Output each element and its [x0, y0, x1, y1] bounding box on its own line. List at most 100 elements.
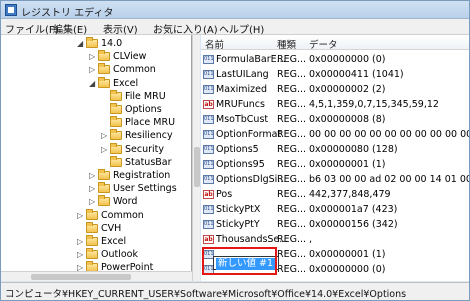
menu-item[interactable]: 表示(V) [103, 21, 138, 36]
folder-icon [110, 89, 122, 101]
expand-arrow-icon[interactable]: ▷ [89, 198, 96, 206]
expand-arrow-icon[interactable]: ▷ [77, 211, 84, 219]
column-header-type[interactable]: 種類 [277, 37, 296, 51]
expand-arrow-icon[interactable]: ◢ [89, 79, 96, 87]
value-data: 00 00 00 00 00 00 00 00 00 00 00 [309, 129, 469, 140]
tree-hscroll-thumb[interactable] [31, 274, 131, 280]
value-data: 0x00000411 (1041) [309, 69, 404, 80]
value-row[interactable]: 011 Options95 REG... 0x00000001 (1) [201, 157, 469, 172]
menu-item[interactable]: ファイル(F) [5, 21, 59, 36]
menu-item[interactable]: お気に入り(A) [153, 21, 218, 36]
menu-bar: ファイル(F) 編集(E) 表示(V) お気に入り(A) ヘルプ(H) [1, 19, 469, 36]
value-row[interactable]: 011 Options5 REG... 0x00000080 (128) [201, 142, 469, 157]
tree-item-label: Common [113, 64, 156, 76]
value-row[interactable]: 011 OptionFormat REG... 00 00 00 00 00 00 0… [201, 127, 469, 142]
expand-arrow-icon[interactable] [101, 159, 108, 166]
folder-icon [86, 208, 98, 220]
column-header-data[interactable]: データ [309, 37, 338, 51]
value-row[interactable]: ab ThousandsSe... REG..., [201, 232, 469, 247]
value-type: REG... [277, 189, 307, 200]
value-row[interactable]: 011 FormulaBarE... REG... 0x00000000 (0) [201, 52, 469, 67]
expand-arrow-icon[interactable] [77, 225, 84, 232]
value-data: 0x00000001 (1) [309, 249, 386, 260]
value-type: REG... [277, 234, 307, 245]
value-name: Maximized [216, 84, 268, 95]
expand-arrow-icon[interactable]: ▷ [101, 145, 108, 153]
value-row[interactable]: 011 Maximized REG... 0x00000002 (2) [201, 82, 469, 97]
tree-item-label: Registration [113, 170, 171, 181]
expand-arrow-icon[interactable]: ▷ [89, 66, 96, 74]
value-list[interactable]: 名前 種類 データ 011 FormulaBarE... REG... 0x00000… [201, 35, 469, 281]
value-row[interactable]: ab Pos REG... 442,377,848,479 [201, 187, 469, 202]
tree-item-label: CLView [113, 51, 147, 63]
tree-item-label: Excel [101, 236, 127, 247]
folder-icon [110, 129, 122, 141]
tree-item-label: Security [125, 143, 165, 155]
tree-scroll-thumb[interactable] [194, 147, 200, 187]
value-row[interactable]: ab MRUFuncs REG... 4,5,1,359,0,7,15,345,59,… [201, 97, 469, 112]
tree-horizontal-scrollbar[interactable] [1, 271, 192, 281]
value-data: 442,377,848,479 [309, 189, 391, 200]
expand-arrow-icon[interactable]: ▷ [77, 251, 84, 259]
value-name: OptionsDlgSi... [216, 174, 287, 185]
value-type: REG... [277, 144, 307, 155]
value-name: Pos [216, 189, 233, 200]
value-type: REG... [277, 204, 307, 215]
folder-icon [98, 50, 110, 62]
key-tree[interactable]: ◢ 14.0 ▷ CLView ▷ Common ◢ Excel File MRU Options… [1, 35, 192, 281]
value-data: 0x00000002 (2) [309, 84, 386, 95]
value-name: StickyPtX [216, 204, 261, 215]
tree-item-label: Word [113, 196, 138, 208]
value-type: REG... [277, 249, 307, 260]
value-data: , [309, 234, 313, 245]
tree-vertical-scrollbar[interactable] [192, 35, 200, 281]
folder-icon [98, 76, 110, 88]
folder-icon [98, 169, 110, 180]
value-type: REG... [277, 159, 307, 170]
value-data: 0x00000000 (0) [309, 264, 386, 275]
expand-arrow-icon[interactable] [101, 93, 108, 100]
value-row[interactable]: 011 MsoTbCust REG... 0x00000008 (8) [201, 112, 469, 127]
value-type: REG... [277, 114, 307, 125]
expand-arrow-icon[interactable]: ▷ [101, 132, 108, 140]
binary-value-icon: 011 [203, 115, 214, 124]
expand-arrow-icon[interactable]: ▷ [89, 185, 96, 193]
value-name: LastUILang [216, 69, 269, 80]
string-value-icon: ab [203, 100, 214, 109]
binary-value-icon: 011 [203, 160, 214, 169]
folder-icon [98, 182, 110, 194]
menu-item[interactable]: 編集(E) [53, 21, 87, 36]
tree-item-label: User Settings [113, 183, 177, 195]
value-row[interactable]: 011 OptionsDlgSi... REG... b6 03 00 00 ad 0… [201, 172, 469, 187]
string-value-icon: ab [203, 190, 214, 199]
tree-item-label: File MRU [125, 90, 166, 102]
folder-icon [86, 221, 98, 233]
binary-value-icon: 011 [203, 55, 214, 64]
menu-item[interactable]: ヘルプ(H) [219, 21, 264, 36]
value-row[interactable]: 011 LastUILang REG... 0x00000411 (1041) [201, 67, 469, 82]
value-row[interactable]: 011 StickyPtY REG... 0x00000156 (342) [201, 217, 469, 232]
column-header-name[interactable]: 名前 [205, 37, 224, 51]
binary-value-icon: 011 [203, 220, 214, 229]
expand-arrow-icon[interactable]: ▷ [77, 238, 84, 246]
binary-value-icon: 011 [203, 85, 214, 94]
tree-item-label: CVH [101, 222, 122, 234]
value-name: Options95 [216, 159, 265, 170]
value-row[interactable]: 011 StickyPtX REG... 0x000001a7 (423) [201, 202, 469, 217]
folder-icon [98, 63, 110, 75]
binary-value-icon: 011 [203, 145, 214, 154]
regedit-app-icon [5, 4, 17, 16]
expand-arrow-icon[interactable]: ▷ [89, 172, 96, 180]
list-header: 名前 種類 データ [201, 35, 469, 51]
expand-arrow-icon[interactable] [101, 106, 108, 113]
folder-icon [86, 235, 98, 246]
value-name: FormulaBarE... [216, 54, 286, 65]
expand-arrow-icon[interactable]: ◢ [77, 40, 84, 48]
expand-arrow-icon[interactable] [101, 119, 108, 126]
binary-value-icon: 011 [203, 175, 214, 184]
value-name: Options5 [216, 144, 259, 155]
folder-icon [110, 142, 122, 154]
expand-arrow-icon[interactable]: ▷ [89, 53, 96, 61]
title-bar[interactable]: レジストリ エディタ [1, 1, 469, 19]
folder-icon [98, 195, 110, 207]
